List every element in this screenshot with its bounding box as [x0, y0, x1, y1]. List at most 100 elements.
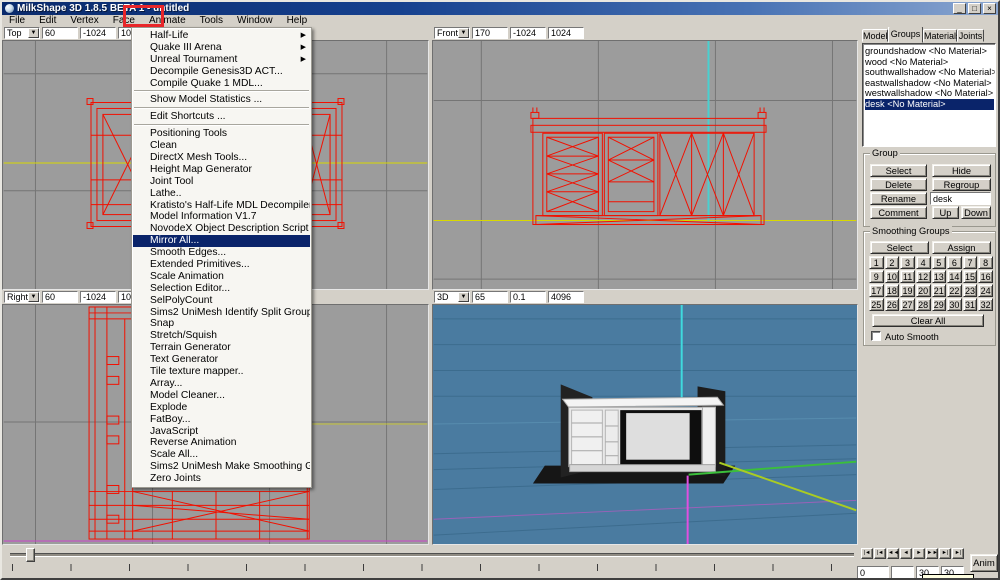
menu-item-selpolycount[interactable]: SelPolyCount — [133, 295, 310, 307]
menu-item-snap[interactable]: Snap — [133, 318, 310, 330]
smoothing-group-3[interactable]: 3 — [900, 256, 915, 269]
view-select-3d[interactable]: 3D ▼ — [434, 291, 470, 303]
menu-item-sims2-make-smoothing-groups[interactable]: Sims2 UniMesh Make Smoothing Groups V4.0… — [133, 461, 310, 473]
menu-item-unreal[interactable]: Unreal Tournament▶ — [133, 54, 310, 66]
menu-item-text-generator[interactable]: Text Generator — [133, 354, 310, 366]
smoothing-group-21[interactable]: 21 — [932, 284, 947, 297]
menu-help[interactable]: Help — [280, 15, 315, 27]
smoothing-group-8[interactable]: 8 — [978, 256, 993, 269]
rename-input[interactable] — [930, 192, 991, 205]
chevron-down-icon[interactable]: ▼ — [28, 28, 39, 38]
smoothing-group-24[interactable]: 24 — [978, 284, 993, 297]
delete-button[interactable]: Delete — [870, 178, 927, 191]
fast-forward-icon[interactable]: ►► — [926, 548, 938, 559]
prev-keyframe-icon[interactable]: |◄ — [874, 548, 886, 559]
menu-window[interactable]: Window — [230, 15, 280, 27]
viewport-field[interactable] — [42, 27, 78, 39]
smoothing-group-25[interactable]: 25 — [869, 298, 884, 311]
viewport-field[interactable] — [510, 291, 546, 303]
viewport-field[interactable] — [548, 27, 584, 39]
smoothing-group-1[interactable]: 1 — [869, 256, 884, 269]
smoothing-group-10[interactable]: 10 — [885, 270, 900, 283]
smoothing-group-6[interactable]: 6 — [947, 256, 962, 269]
step-forward-icon[interactable]: ► — [913, 548, 925, 559]
menu-item-half-life[interactable]: Half-Life▶ — [133, 30, 310, 42]
smoothing-group-5[interactable]: 5 — [932, 256, 947, 269]
menu-item-stretch-squish[interactable]: Stretch/Squish — [133, 330, 310, 342]
timeline-slider-handle[interactable] — [26, 548, 35, 562]
menu-item-scale-all[interactable]: Scale All... — [133, 449, 310, 461]
smoothing-group-18[interactable]: 18 — [885, 284, 900, 297]
current-frame-field[interactable] — [857, 566, 889, 579]
timeline-track[interactable] — [10, 553, 854, 557]
menu-item-kratisto-decompiler[interactable]: Kratisto's Half-Life MDL Decompiler v1.2 — [133, 200, 310, 212]
list-item-wood[interactable]: wood <No Material> — [865, 57, 994, 68]
viewport-field[interactable] — [42, 291, 78, 303]
menu-item-explode[interactable]: Explode — [133, 402, 310, 414]
menu-item-clean[interactable]: Clean — [133, 140, 310, 152]
smoothing-group-15[interactable]: 15 — [963, 270, 978, 283]
tab-groups[interactable]: Groups — [888, 26, 923, 43]
step-back-icon[interactable]: ◄ — [900, 548, 912, 559]
menu-item-mirror-all[interactable]: Mirror All... — [133, 235, 310, 247]
list-item-groundshadow[interactable]: groundshadow <No Material> — [865, 46, 994, 57]
menu-item-extended-primitives[interactable]: Extended Primitives... — [133, 259, 310, 271]
smoothing-group-12[interactable]: 12 — [916, 270, 931, 283]
menu-item-selection-editor[interactable]: Selection Editor... — [133, 283, 310, 295]
smoothing-group-17[interactable]: 17 — [869, 284, 884, 297]
smoothing-group-27[interactable]: 27 — [900, 298, 915, 311]
list-item-desk-selected[interactable]: desk <No Material> — [865, 99, 994, 110]
smoothing-group-31[interactable]: 31 — [963, 298, 978, 311]
menu-item-quake3[interactable]: Quake III Arena▶ — [133, 42, 310, 54]
close-button-icon[interactable]: × — [983, 3, 996, 14]
clear-all-button[interactable]: Clear All — [872, 314, 984, 327]
regroup-button[interactable]: Regroup — [932, 178, 991, 191]
chevron-down-icon[interactable]: ▼ — [458, 28, 469, 38]
viewport-3d[interactable] — [432, 304, 858, 545]
menu-item-compile-quake1[interactable]: Compile Quake 1 MDL... — [133, 78, 310, 90]
rewind-icon[interactable]: ◄◄ — [887, 548, 899, 559]
menu-item-directx-mesh-tools[interactable]: DirectX Mesh Tools... — [133, 152, 310, 164]
smoothing-group-29[interactable]: 29 — [932, 298, 947, 311]
smoothing-group-11[interactable]: 11 — [900, 270, 915, 283]
viewport-field[interactable] — [472, 291, 508, 303]
menu-item-tile-texture-mapper[interactable]: Tile texture mapper.. — [133, 366, 310, 378]
smoothing-group-23[interactable]: 23 — [963, 284, 978, 297]
list-item-southwallshadow[interactable]: southwallshadow <No Material> — [865, 67, 994, 78]
smoothing-group-22[interactable]: 22 — [947, 284, 962, 297]
menu-item-array[interactable]: Array... — [133, 378, 310, 390]
list-item-eastwallshadow[interactable]: eastwallshadow <No Material> — [865, 78, 994, 89]
menu-vertex[interactable]: Vertex — [63, 15, 105, 27]
menu-item-model-information[interactable]: Model Information V1.7 — [133, 211, 310, 223]
minimize-button-icon[interactable]: _ — [953, 3, 966, 14]
smoothing-select-button[interactable]: Select — [870, 241, 929, 254]
viewport-field[interactable] — [472, 27, 508, 39]
smoothing-group-28[interactable]: 28 — [916, 298, 931, 311]
auto-smooth-checkbox[interactable] — [871, 331, 881, 341]
hide-button[interactable]: Hide — [932, 164, 991, 177]
smoothing-group-4[interactable]: 4 — [916, 256, 931, 269]
menu-item-novodex-ods[interactable]: NovodeX Object Description Script ODS... — [133, 223, 310, 235]
smoothing-group-9[interactable]: 9 — [869, 270, 884, 283]
tab-materials[interactable]: Materials — [923, 29, 957, 42]
view-select-right[interactable]: Right ▼ — [4, 291, 40, 303]
smoothing-group-13[interactable]: 13 — [932, 270, 947, 283]
view-select-front[interactable]: Front ▼ — [434, 27, 470, 39]
tab-model[interactable]: Model — [862, 29, 888, 42]
menu-tools[interactable]: Tools — [193, 15, 230, 27]
goto-end-icon[interactable]: ►| — [952, 548, 964, 559]
menu-item-reverse-animation[interactable]: Reverse Animation — [133, 437, 310, 449]
menu-item-fatboy[interactable]: FatBoy... — [133, 414, 310, 426]
smoothing-group-2[interactable]: 2 — [885, 256, 900, 269]
anim-toggle-button[interactable]: Anim — [970, 554, 998, 572]
smoothing-group-14[interactable]: 14 — [947, 270, 962, 283]
smoothing-group-19[interactable]: 19 — [900, 284, 915, 297]
menu-item-smooth-edges[interactable]: Smooth Edges... — [133, 247, 310, 259]
menu-item-lathe[interactable]: Lathe.. — [133, 188, 310, 200]
next-keyframe-icon[interactable]: ►| — [939, 548, 951, 559]
menu-item-scale-animation[interactable]: Scale Animation — [133, 271, 310, 283]
smoothing-group-16[interactable]: 16 — [978, 270, 993, 283]
smoothing-group-7[interactable]: 7 — [963, 256, 978, 269]
menu-item-decompile-genesis[interactable]: Decompile Genesis3D ACT... — [133, 66, 310, 78]
view-select-top[interactable]: Top ▼ — [4, 27, 40, 39]
